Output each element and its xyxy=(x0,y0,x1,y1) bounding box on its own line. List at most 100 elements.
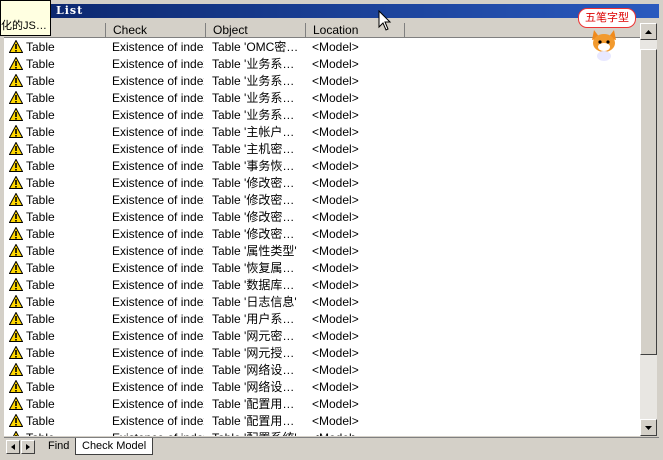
list-row[interactable]: Table Existence of index Table '业务系… <Model… xyxy=(4,106,640,123)
row-object: Table '恢复属… xyxy=(212,261,295,275)
row-check: Existence of index xyxy=(112,227,204,241)
scroll-up-button[interactable] xyxy=(640,23,657,40)
list-row[interactable]: Table Existence of index Table '主帐户… <Model… xyxy=(4,123,640,140)
row-category: Table xyxy=(26,363,55,377)
list-row[interactable]: Table Existence of index Table '网络设… <Model… xyxy=(4,361,640,378)
row-location: <Model> xyxy=(312,312,359,326)
tab-check-model[interactable]: Check Model xyxy=(75,438,154,455)
list-row[interactable]: Table Existence of index Table '网元授… <Model… xyxy=(4,344,640,361)
row-object: Table '数据库… xyxy=(212,278,295,292)
row-check: Existence of index xyxy=(112,397,204,411)
row-check: Existence of index xyxy=(112,244,204,258)
list-row[interactable]: Table Existence of index Table '数据库… <Model… xyxy=(4,276,640,293)
check-results-list[interactable]: Table Existence of index Table 'OMC密… <Mode… xyxy=(4,38,640,436)
row-location: <Model> xyxy=(312,397,359,411)
row-object: Table '配置用… xyxy=(212,414,295,428)
row-object: Table '业务系… xyxy=(212,57,295,71)
list-row[interactable]: Table Existence of index Table '属性类型' <Mode… xyxy=(4,242,640,259)
row-category: Table xyxy=(26,329,55,343)
row-location: <Model> xyxy=(312,295,359,309)
title-bar[interactable]: List xyxy=(4,4,659,18)
row-check: Existence of index xyxy=(112,380,204,394)
row-location: <Model> xyxy=(312,431,404,436)
list-row[interactable]: Table Existence of index Table '业务系… <Model… xyxy=(4,55,640,72)
row-object: Table '网元密… xyxy=(212,329,295,343)
row-category: Table xyxy=(26,244,55,258)
row-location: <Model> xyxy=(312,414,359,428)
row-object: Table '网络设… xyxy=(212,363,295,377)
row-location: <Model> xyxy=(312,227,359,241)
warning-icon xyxy=(12,431,20,436)
row-check: Existence of index xyxy=(112,40,204,54)
list-row[interactable]: Table Existence of index Table '主机密… <Model… xyxy=(4,140,640,157)
warning-icon xyxy=(9,380,23,393)
row-object: Table '修改密… xyxy=(212,193,295,207)
result-list-window: List Check Object Location Table Existenc… xyxy=(0,0,663,460)
warning-icon xyxy=(9,346,23,359)
list-row[interactable]: Table Existence of index Table '网络设… <Model… xyxy=(4,378,640,395)
bottom-tab-bar: Find Check Model xyxy=(4,437,659,457)
list-row[interactable]: Table Existence of index Table '配置用… <Model… xyxy=(4,412,640,429)
list-row[interactable]: Table Existence of index Table 'OMC密… <Mode… xyxy=(4,38,640,55)
row-location: <Model> xyxy=(312,91,359,105)
scroll-down-button[interactable] xyxy=(640,419,657,436)
row-location: <Model> xyxy=(312,261,359,275)
row-location: <Model> xyxy=(312,40,359,54)
warning-icon xyxy=(9,261,23,274)
row-check: Existence of index xyxy=(112,210,204,224)
list-row[interactable]: Table Existence of index Table '修改密… <Model… xyxy=(4,208,640,225)
column-header-object[interactable]: Object xyxy=(206,23,306,38)
list-row[interactable]: Table Existence of index Table '恢复属… <Model… xyxy=(4,259,640,276)
warning-icon xyxy=(9,363,23,376)
tab-find[interactable]: Find xyxy=(42,438,75,454)
list-row[interactable]: Table Existence of index Table '事务恢… <Model… xyxy=(4,157,640,174)
row-object: Table '主机密… xyxy=(212,142,295,156)
list-row[interactable]: Table Existence of index Table '修改密… <Model… xyxy=(4,174,640,191)
row-check: Existence of index xyxy=(112,414,204,428)
row-check: Existence of index xyxy=(112,278,204,292)
row-check: Existence of index xyxy=(112,108,204,122)
list-row[interactable]: Table Existence of index Table '业务系… <Model… xyxy=(4,89,640,106)
row-category: Table xyxy=(26,380,55,394)
row-check: Existence of index xyxy=(112,142,204,156)
row-object: Table '修改密… xyxy=(212,227,295,241)
row-check: Existence of index xyxy=(112,176,204,190)
row-location: <Model> xyxy=(312,363,359,377)
warning-icon xyxy=(9,227,23,240)
tab-scroll-left-button[interactable] xyxy=(6,440,20,454)
row-object: Table '修改密… xyxy=(212,176,295,190)
row-category: Table xyxy=(26,108,55,122)
warning-icon xyxy=(9,193,23,206)
row-category: Table xyxy=(26,74,55,88)
row-check: Existence of index xyxy=(112,295,204,309)
list-row[interactable]: Table Existence of index Table '日志信息' <Mode… xyxy=(4,293,640,310)
row-object: Table '配置系统' xyxy=(212,431,304,436)
row-location: <Model> xyxy=(312,329,359,343)
row-category: Table xyxy=(26,210,55,224)
row-category: Table xyxy=(26,312,55,326)
list-row[interactable]: Table Existence of index Table '配置用… <Model… xyxy=(4,395,640,412)
ime-status-indicator[interactable]: 五笔字型 xyxy=(578,6,636,64)
row-location: <Model> xyxy=(312,346,359,360)
row-check: Existence of index xyxy=(112,57,204,71)
list-row[interactable]: Table Existence of index Table '配置系统' <Mode… xyxy=(4,429,640,436)
arrow-right-icon xyxy=(26,444,30,450)
row-object: Table '网络设… xyxy=(212,380,295,394)
row-category: Table xyxy=(26,227,55,241)
scroll-thumb[interactable] xyxy=(640,49,657,355)
row-object: Table 'OMC密… xyxy=(212,40,299,54)
row-category: Table xyxy=(26,261,55,275)
vertical-scrollbar[interactable] xyxy=(640,23,657,436)
list-row[interactable]: Table Existence of index Table '网元密… <Model… xyxy=(4,327,640,344)
row-check: Existence of index xyxy=(112,74,204,88)
warning-icon xyxy=(9,176,23,189)
list-row[interactable]: Table Existence of index Table '修改密… <Model… xyxy=(4,225,640,242)
list-row[interactable]: Table Existence of index Table '业务系… <Model… xyxy=(4,72,640,89)
list-row[interactable]: Table Existence of index Table '修改密… <Model… xyxy=(4,191,640,208)
tab-scroll-right-button[interactable] xyxy=(21,440,35,454)
row-object: Table '事务恢… xyxy=(212,159,295,173)
list-row[interactable]: Table Existence of index Table '用户系… <Model… xyxy=(4,310,640,327)
column-header-check[interactable]: Check xyxy=(106,23,206,38)
row-object: Table '配置用… xyxy=(212,397,295,411)
arrow-left-icon xyxy=(11,444,15,450)
